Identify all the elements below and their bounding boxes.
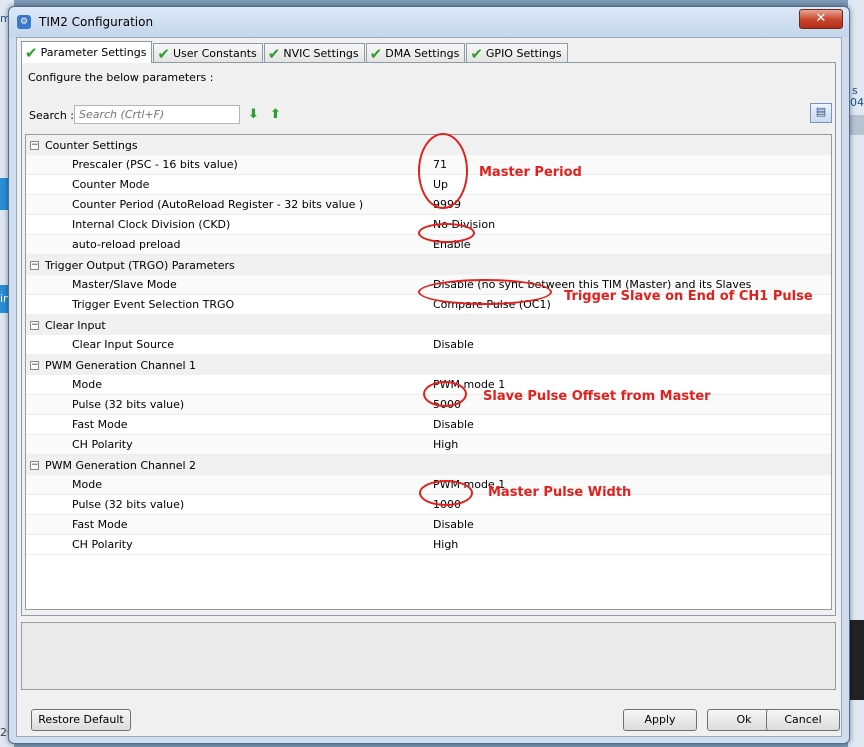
param-row[interactable]: Fast Mode Disable: [26, 415, 831, 435]
window-title: TIM2 Configuration: [39, 15, 154, 29]
param-value[interactable]: Disable: [433, 338, 474, 351]
view-toggle-button[interactable]: ▤: [810, 103, 832, 123]
annotation-ring-master-period: [418, 133, 468, 209]
group-label: PWM Generation Channel 2: [45, 458, 197, 472]
checkmark-icon: ✔: [369, 44, 383, 63]
param-name: CH Polarity: [72, 538, 133, 551]
param-name: Mode: [72, 478, 102, 491]
title-bar[interactable]: ⚙ TIM2 Configuration ✕: [9, 7, 849, 37]
tab-user-constants[interactable]: ✔ User Constants: [153, 43, 263, 63]
param-row[interactable]: CH Polarity High: [26, 535, 831, 555]
param-row[interactable]: Fast Mode Disable: [26, 515, 831, 535]
close-button[interactable]: ✕: [799, 9, 843, 29]
param-value[interactable]: High: [433, 538, 458, 551]
annotation-master-period: Master Period: [479, 165, 582, 180]
tab-label: NVIC Settings: [283, 47, 359, 60]
tab-dma-settings[interactable]: ✔ DMA Settings: [365, 43, 466, 63]
group-pwm-channel-1[interactable]: − PWM Generation Channel 1: [26, 355, 831, 375]
param-value[interactable]: Disable: [433, 518, 474, 531]
tab-gpio-settings[interactable]: ✔ GPIO Settings: [466, 43, 568, 63]
param-name: CH Polarity: [72, 438, 133, 451]
checkmark-icon: ✔: [470, 44, 483, 63]
tab-parameter-settings[interactable]: ✔ Parameter Settings: [21, 41, 153, 63]
group-label: Clear Input: [45, 318, 106, 332]
tab-nvic-settings[interactable]: ✔ NVIC Settings: [263, 43, 365, 63]
group-label: Counter Settings: [45, 138, 138, 152]
apply-button[interactable]: Apply: [623, 709, 697, 731]
param-name: Pulse (32 bits value): [72, 498, 185, 511]
param-name: Internal Clock Division (CKD): [72, 218, 231, 231]
background-panel: [848, 620, 864, 700]
param-name: Master/Slave Mode: [72, 278, 177, 291]
annotation-slave-offset: Slave Pulse Offset from Master: [483, 389, 711, 404]
param-name: Pulse (32 bits value): [72, 398, 185, 411]
background-app-right: s 04: [848, 0, 864, 747]
collapse-icon[interactable]: −: [30, 360, 39, 370]
param-name: Counter Period (AutoReload Register - 32…: [72, 198, 364, 211]
param-name: auto-reload preload: [72, 238, 181, 251]
search-label: Search :: [29, 109, 74, 122]
tim2-configuration-dialog: ⚙ TIM2 Configuration ✕ ✔ Parameter Setti…: [8, 6, 850, 744]
group-pwm-channel-2[interactable]: − PWM Generation Channel 2: [26, 455, 831, 475]
list-view-icon: ▤: [815, 105, 827, 118]
checkmark-icon: ✔: [267, 44, 281, 63]
parameter-table: − Counter Settings Prescaler (PSC - 16 b…: [25, 134, 832, 610]
param-name: Trigger Event Selection TRGO: [72, 298, 235, 311]
param-row[interactable]: Clear Input Source Disable: [26, 335, 831, 355]
background-panel: [848, 115, 864, 135]
group-label: Trigger Output (TRGO) Parameters: [45, 258, 235, 272]
collapse-icon[interactable]: −: [30, 260, 39, 270]
group-trigger-output[interactable]: − Trigger Output (TRGO) Parameters: [26, 255, 831, 275]
collapse-icon[interactable]: −: [30, 460, 39, 470]
restore-default-button[interactable]: Restore Default: [31, 709, 131, 731]
param-name: Clear Input Source: [72, 338, 175, 351]
tab-label: Parameter Settings: [40, 46, 147, 59]
param-name: Prescaler (PSC - 16 bits value): [72, 158, 238, 171]
configure-label: Configure the below parameters :: [28, 71, 214, 84]
search-input[interactable]: [74, 105, 240, 124]
group-label: PWM Generation Channel 1: [45, 358, 197, 372]
param-name: Mode: [72, 378, 102, 391]
tab-bar: ✔ Parameter Settings ✔ User Constants ✔ …: [21, 41, 569, 63]
annotation-ring-trgo: [418, 279, 552, 305]
collapse-icon[interactable]: −: [30, 140, 39, 150]
background-fragment: 04: [850, 96, 864, 109]
annotation-ring-pulse-ch1: [423, 381, 467, 407]
annotation-ring-auto-reload: [418, 223, 475, 243]
annotation-trigger-slave: Trigger Slave on End of CH1 Pulse: [564, 289, 813, 304]
tab-label: GPIO Settings: [485, 47, 562, 60]
search-next-icon[interactable]: ⬇: [248, 107, 259, 122]
tab-label: DMA Settings: [385, 47, 460, 60]
param-row[interactable]: CH Polarity High: [26, 435, 831, 455]
tab-label: User Constants: [173, 47, 257, 60]
description-pane: [21, 622, 836, 690]
checkmark-icon: ✔: [157, 44, 170, 63]
cancel-button[interactable]: Cancel: [766, 709, 840, 731]
param-value[interactable]: Disable: [433, 418, 474, 431]
search-previous-icon[interactable]: ⬆: [270, 107, 281, 122]
param-value[interactable]: High: [433, 438, 458, 451]
param-name: Fast Mode: [72, 518, 128, 531]
checkmark-icon: ✔: [25, 43, 38, 62]
group-clear-input[interactable]: − Clear Input: [26, 315, 831, 335]
param-name: Counter Mode: [72, 178, 150, 191]
collapse-icon[interactable]: −: [30, 320, 39, 330]
app-icon: ⚙: [17, 15, 31, 29]
annotation-ring-pulse-ch2: [419, 480, 473, 506]
param-name: Fast Mode: [72, 418, 128, 431]
annotation-master-width: Master Pulse Width: [488, 485, 632, 500]
